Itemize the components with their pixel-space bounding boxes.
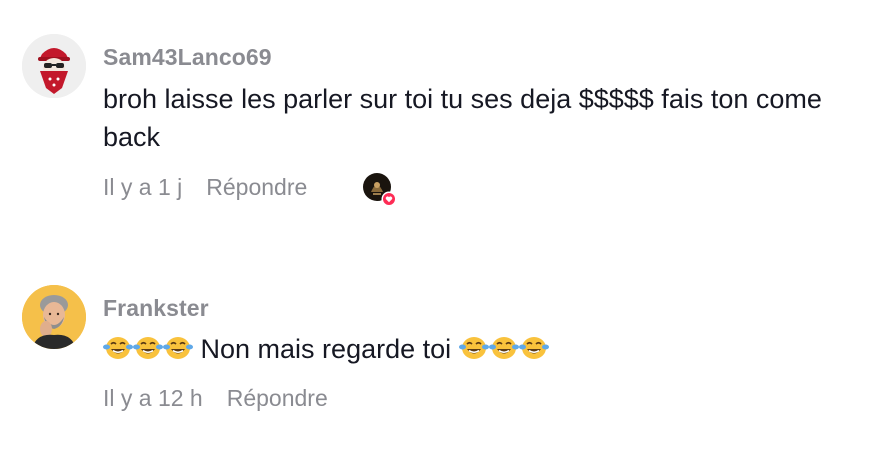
comment-text: Non mais regarde toi xyxy=(103,330,863,368)
comment-username[interactable]: Frankster xyxy=(103,295,209,322)
face-with-tears-of-joy-icon xyxy=(163,335,193,361)
comment-username[interactable]: Sam43Lanco69 xyxy=(103,44,272,71)
comment-timestamp: Il y a 12 h xyxy=(103,385,203,411)
face-with-tears-of-joy-icon xyxy=(103,335,133,361)
face-with-tears-of-joy-icon xyxy=(458,335,489,361)
comment-text: broh laisse les parler sur toi tu ses de… xyxy=(103,84,822,152)
face-with-tears-of-joy-icon xyxy=(133,335,163,361)
face-with-tears-of-joy-icon xyxy=(518,335,549,361)
emoji-group-before xyxy=(103,334,193,364)
reply-button[interactable]: Répondre xyxy=(227,385,328,412)
creator-liked-badge xyxy=(362,172,397,207)
comment-meta: Il y a 12 h Répondre xyxy=(103,385,328,412)
comment-meta: Il y a 1 j Répondre xyxy=(103,174,307,201)
user-avatar[interactable] xyxy=(22,34,86,98)
emoji-group-after xyxy=(458,334,549,364)
comment-timestamp: Il y a 1 j xyxy=(103,174,183,200)
reply-button[interactable]: Répondre xyxy=(206,174,307,201)
heart-icon xyxy=(381,191,397,207)
portrait-avatar-icon xyxy=(22,285,86,349)
comment-text-body: Non mais regarde toi xyxy=(200,334,452,364)
face-with-tears-of-joy-icon xyxy=(488,335,519,361)
user-avatar[interactable] xyxy=(22,285,86,349)
bandana-skull-avatar-icon xyxy=(22,34,86,98)
